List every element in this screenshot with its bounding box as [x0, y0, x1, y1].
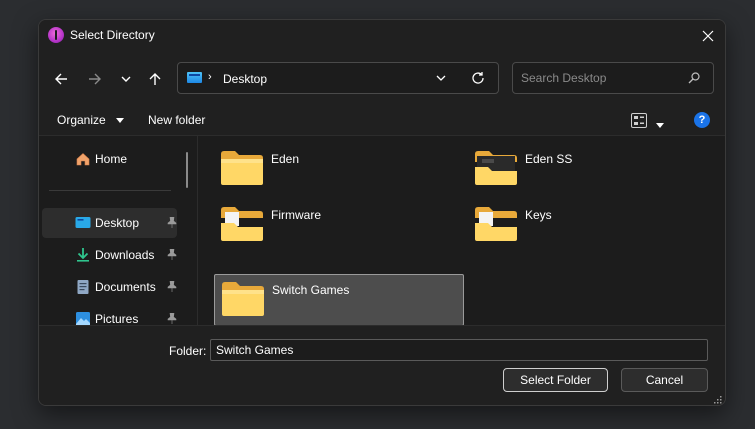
- sidebar-item-label: Home: [95, 152, 128, 166]
- refresh-button[interactable]: [471, 71, 485, 88]
- command-bar: Organize New folder ?: [39, 106, 725, 136]
- desktop-icon: [187, 72, 202, 83]
- back-button[interactable]: [49, 67, 73, 91]
- documents-icon: [77, 280, 89, 294]
- organize-button[interactable]: Organize: [57, 113, 125, 127]
- arrow-left-icon: [55, 73, 67, 85]
- breadcrumb-desktop[interactable]: Desktop: [223, 72, 267, 86]
- app-icon: [48, 27, 64, 43]
- sidebar-item-label: Desktop: [95, 216, 140, 230]
- new-folder-button[interactable]: New folder: [148, 113, 205, 127]
- folder-name: Eden SS: [525, 152, 573, 166]
- dialog-footer: Folder: Select Folder Cancel: [39, 325, 725, 405]
- up-button[interactable]: [143, 67, 167, 91]
- folder-icon: [222, 282, 264, 316]
- arrow-up-icon: [149, 73, 161, 85]
- select-directory-dialog: Select Directory › Desktop Search Deskto…: [38, 19, 726, 406]
- desktop-icon: [75, 217, 91, 228]
- sidebar-item-documents[interactable]: Documents: [42, 272, 177, 302]
- chevron-down-icon: [121, 76, 131, 82]
- close-button[interactable]: [691, 20, 725, 51]
- pin-icon[interactable]: [167, 313, 177, 324]
- organize-label: Organize: [57, 113, 106, 127]
- sidebar-item-label: Pictures: [95, 312, 139, 326]
- download-icon: [77, 248, 89, 262]
- arrow-right-icon: [89, 73, 101, 85]
- search-icon[interactable]: [688, 72, 700, 87]
- navigation-pane: Home Desktop Downloads Documents Picture…: [39, 136, 197, 326]
- pin-icon[interactable]: [167, 281, 177, 292]
- folder-icon: [475, 207, 517, 241]
- recent-locations-button[interactable]: [114, 67, 138, 91]
- breadcrumb-separator: ›: [208, 71, 212, 83]
- home-icon: [76, 153, 90, 166]
- search-box[interactable]: [512, 62, 714, 94]
- sidebar-item-desktop[interactable]: Desktop: [42, 208, 177, 238]
- navigation-toolbar: › Desktop: [39, 51, 725, 106]
- window-title: Select Directory: [70, 28, 155, 42]
- folder-name: Switch Games: [272, 283, 350, 297]
- sidebar-item-label: Downloads: [95, 248, 155, 262]
- caret-down-icon: [116, 118, 125, 124]
- resize-grip-icon[interactable]: [713, 395, 722, 404]
- close-icon: [702, 30, 714, 41]
- sidebar-item-label: Documents: [95, 280, 156, 294]
- folder-item-keys[interactable]: Keys: [468, 200, 718, 252]
- view-caret-down-icon[interactable]: [656, 117, 664, 131]
- folder-name: Keys: [525, 208, 552, 222]
- view-options-icon: [631, 113, 647, 128]
- folder-icon: [475, 151, 517, 185]
- pin-icon[interactable]: [167, 217, 177, 228]
- file-list-view: Eden Eden SS Firmware Keys Switch Games: [197, 136, 725, 326]
- folder-icon: [221, 207, 263, 241]
- chevron-down-icon: [436, 75, 446, 81]
- address-bar[interactable]: › Desktop: [177, 62, 499, 94]
- pin-icon[interactable]: [167, 249, 177, 260]
- folder-item-eden-ss[interactable]: Eden SS: [468, 144, 718, 196]
- title-bar: Select Directory: [39, 20, 725, 51]
- forward-button[interactable]: [83, 67, 107, 91]
- folder-item-firmware[interactable]: Firmware: [214, 200, 464, 252]
- folder-name: Firmware: [271, 208, 321, 222]
- sidebar-scrollbar[interactable]: [186, 152, 188, 188]
- select-folder-button[interactable]: Select Folder: [503, 368, 608, 392]
- sidebar-divider: [49, 190, 171, 191]
- folder-name: Eden: [271, 152, 300, 166]
- search-input[interactable]: [521, 70, 681, 86]
- help-button[interactable]: ?: [694, 112, 710, 128]
- sidebar-item-downloads[interactable]: Downloads: [42, 240, 177, 270]
- folder-icon: [221, 151, 263, 185]
- folder-name-field[interactable]: [210, 339, 708, 361]
- sidebar-item-home[interactable]: Home: [42, 144, 177, 174]
- address-dropdown-button[interactable]: [436, 72, 446, 86]
- folder-item-switch-games[interactable]: Switch Games: [214, 274, 464, 326]
- folder-label: Folder:: [169, 344, 207, 358]
- folder-item-eden[interactable]: Eden: [214, 144, 464, 196]
- cancel-button[interactable]: Cancel: [621, 368, 708, 392]
- view-options-button[interactable]: [631, 113, 647, 131]
- refresh-icon: [472, 72, 484, 84]
